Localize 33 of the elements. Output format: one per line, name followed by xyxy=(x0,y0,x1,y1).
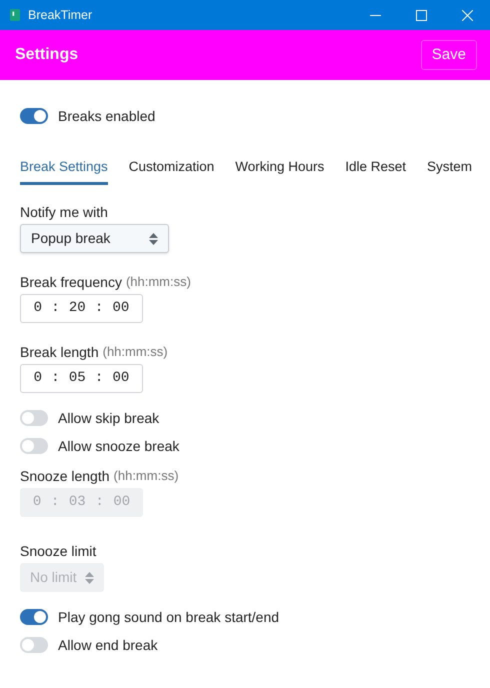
app-icon xyxy=(10,8,20,22)
field-label: Break length xyxy=(20,343,99,358)
field-hint: (hh:mm:ss) xyxy=(114,467,179,482)
tab[interactable]: Break Settings xyxy=(20,157,108,185)
time-field[interactable]: 0 : 20 : 00 xyxy=(20,294,143,323)
field-label: Notify me with xyxy=(20,203,108,218)
tab[interactable]: Customization xyxy=(128,157,214,185)
updown-icon xyxy=(149,232,158,244)
switch-label: Allow end break xyxy=(58,636,158,654)
tab[interactable]: Idle Reset xyxy=(345,157,406,185)
toggle-switch[interactable] xyxy=(20,637,48,653)
switch-label: Play gong sound on break start/end xyxy=(58,608,280,627)
field-label: Snooze length xyxy=(20,467,110,482)
switch-label: Allow skip break xyxy=(58,408,160,428)
window-title: BreakTimer xyxy=(28,6,92,24)
maximize-icon xyxy=(416,10,426,20)
field-hint: (hh:mm:ss) xyxy=(126,273,191,288)
toggle-switch[interactable] xyxy=(20,438,48,454)
switch-label: Allow snooze break xyxy=(58,436,180,456)
switch-label: Breaks enabled xyxy=(58,106,156,126)
field-label: Break frequency xyxy=(20,273,122,288)
field-hint: (hh:mm:ss) xyxy=(102,343,168,358)
tab[interactable]: Working Hours xyxy=(235,157,324,185)
select-field[interactable]: Popup break xyxy=(20,224,169,253)
field-label: Snooze limit xyxy=(20,542,96,557)
toggle-switch[interactable] xyxy=(20,108,48,124)
updown-icon xyxy=(84,572,94,584)
toggle-switch[interactable] xyxy=(20,410,48,426)
close-icon xyxy=(462,10,472,20)
toggle-switch[interactable] xyxy=(20,609,48,625)
page-title: Settings xyxy=(15,45,78,65)
tab[interactable]: System xyxy=(426,157,472,185)
time-field[interactable]: 0 : 05 : 00 xyxy=(20,364,143,393)
